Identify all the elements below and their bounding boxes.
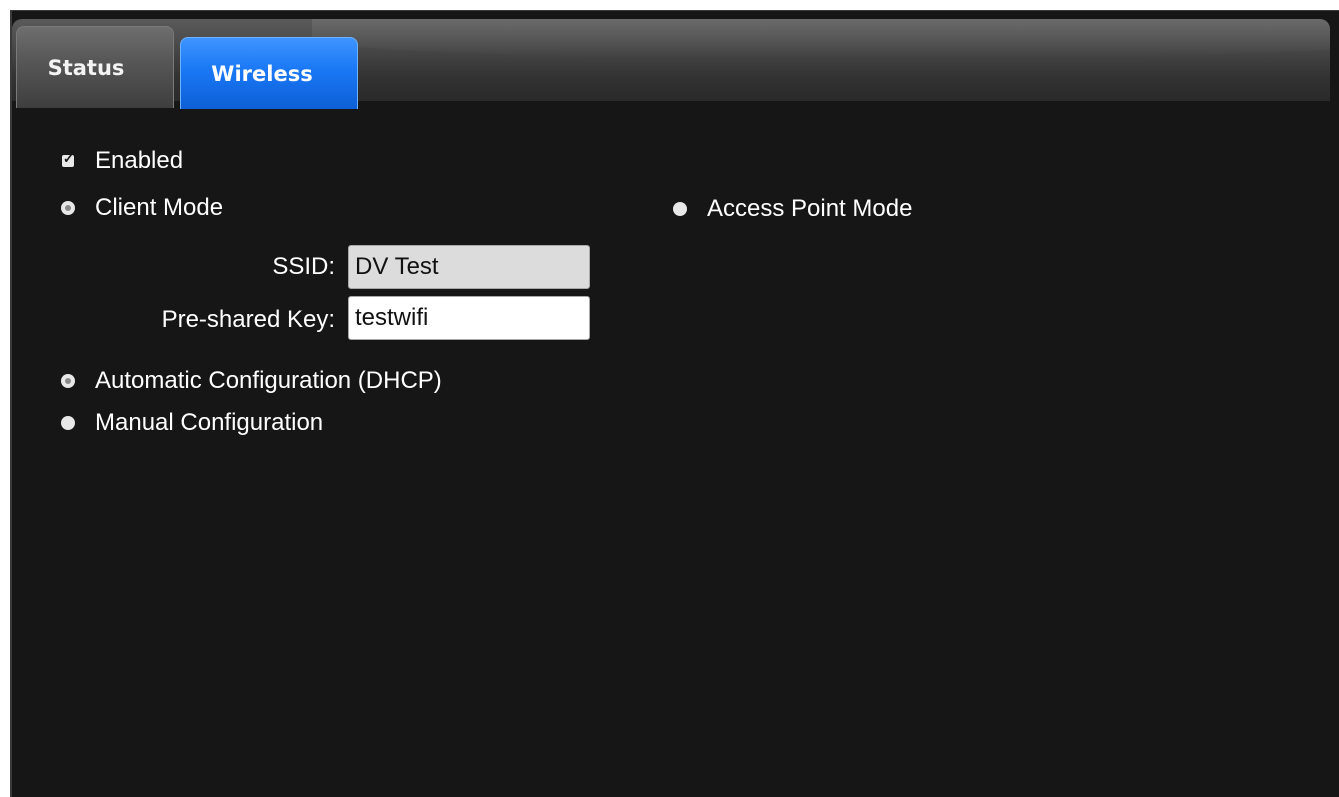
ssid-label: SSID:: [272, 253, 335, 280]
manual-config-label: Manual Configuration: [95, 409, 324, 436]
radio-unselected-icon[interactable]: [61, 416, 75, 430]
access-point-mode-label: Access Point Mode: [707, 195, 913, 222]
check-mark-icon: ✓: [63, 151, 74, 166]
dhcp-label: Automatic Configuration (DHCP): [95, 367, 442, 394]
wireless-settings-panel: ✓ Enabled Client Mode Access Point Mode …: [0, 0, 1339, 797]
enabled-row[interactable]: ✓ Enabled: [62, 146, 183, 176]
dhcp-option[interactable]: Automatic Configuration (DHCP): [61, 366, 442, 396]
client-mode-option[interactable]: Client Mode: [61, 193, 223, 223]
radio-unselected-icon[interactable]: [673, 202, 687, 216]
enabled-label: Enabled: [95, 147, 184, 174]
checkbox-checked-icon[interactable]: ✓: [62, 151, 74, 167]
radio-selected-icon[interactable]: [61, 201, 75, 215]
client-mode-label: Client Mode: [95, 194, 224, 221]
manual-config-option[interactable]: Manual Configuration: [61, 408, 323, 438]
psk-label: Pre-shared Key:: [161, 306, 335, 333]
radio-selected-icon[interactable]: [61, 374, 75, 388]
pre-shared-key-field[interactable]: [348, 296, 590, 340]
access-point-mode-option[interactable]: Access Point Mode: [673, 194, 912, 224]
ssid-field[interactable]: [348, 245, 590, 289]
